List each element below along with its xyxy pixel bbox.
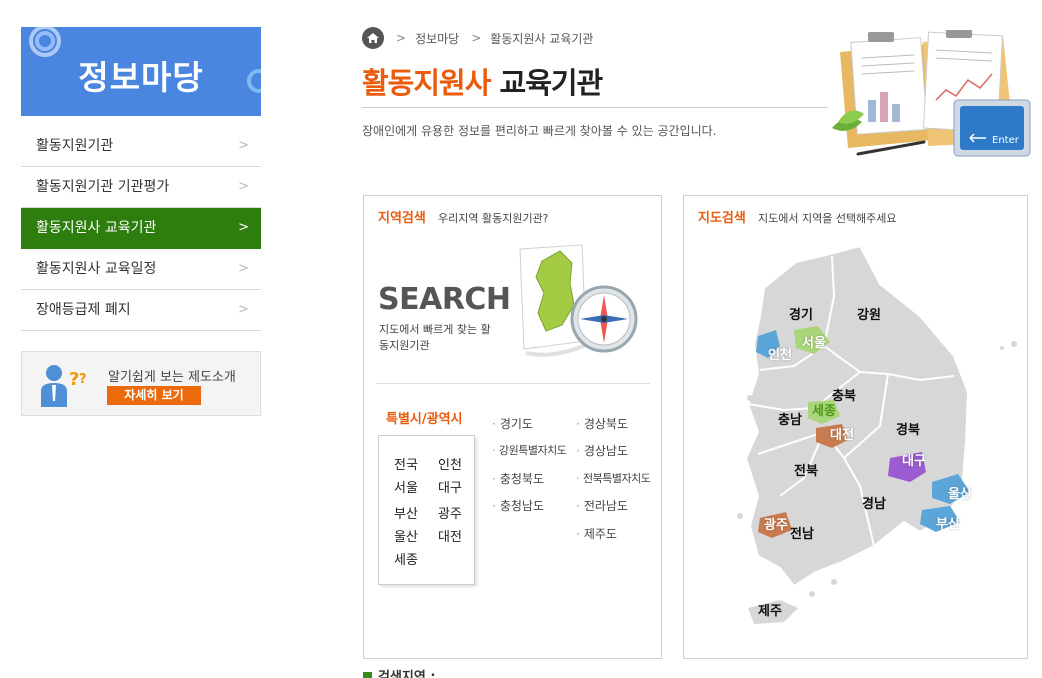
chevron-right-icon: > [238, 138, 249, 153]
svg-text:?: ? [79, 372, 87, 387]
sidebar-item-label: 장애등급제 폐지 [36, 302, 131, 318]
search-region-label: 검색지역 : [363, 666, 436, 678]
intro-text: 알기쉽게 보는 제도소개 [108, 370, 236, 385]
region-label-sejong[interactable]: 세종 [812, 400, 836, 419]
square-bullet-icon [363, 672, 372, 678]
city-link[interactable]: 울산 [394, 526, 418, 545]
province-link[interactable]: 충청남도 [492, 497, 544, 514]
city-link[interactable]: 광주 [438, 503, 462, 522]
sidebar-item-grade-abolition[interactable]: 장애등급제 폐지 > [21, 290, 261, 331]
region-label-gyeonggi[interactable]: 경기 [789, 304, 813, 323]
sidebar-title-banner: 정보마당 [21, 27, 261, 116]
region-label-chungnam[interactable]: 충남 [778, 409, 802, 428]
chevron-right-icon: > [238, 261, 249, 276]
region-search-panel: 지역검색 우리지역 활동지원기관? SEARCH 지도에서 빠르게 찾는 활동지… [363, 195, 662, 659]
province-link[interactable]: 강원특별자치도 [492, 442, 567, 458]
chevron-right-icon: > [238, 302, 249, 317]
region-label-seoul[interactable]: 서울 [802, 332, 826, 351]
chevron-right-icon: > [238, 179, 249, 194]
province-link[interactable]: 경상남도 [576, 442, 628, 459]
swirl-decoration [35, 31, 55, 51]
korea-map[interactable] [684, 196, 1029, 660]
region-label-ulsan[interactable]: 울산 [948, 483, 972, 502]
region-label-jeonbuk[interactable]: 전북 [794, 460, 818, 479]
city-link[interactable]: 부산 [394, 503, 418, 522]
region-label-gangwon[interactable]: 강원 [857, 304, 881, 323]
region-search-subtitle: 우리지역 활동지원기관? [437, 212, 549, 225]
sidebar-item-label: 활동지원기관 [36, 138, 114, 154]
region-label-jeju[interactable]: 제주 [758, 600, 782, 619]
metro-city-list: 전국 인천 서울 대구 부산 광주 울산 대전 세종 [378, 435, 475, 585]
region-label-daejeon[interactable]: 대전 [830, 424, 854, 443]
region-label-gyeongnam[interactable]: 경남 [862, 493, 886, 512]
region-label-daegu[interactable]: 대구 [902, 450, 926, 469]
region-label-busan[interactable]: 부산 [936, 513, 960, 532]
view-details-button[interactable]: 자세히 보기 [107, 386, 201, 405]
region-label-gyeongbuk[interactable]: 경북 [896, 419, 920, 438]
chevron-right-icon: > [396, 31, 407, 45]
province-link[interactable]: 제주도 [576, 525, 617, 542]
region-label-jeonnam[interactable]: 전남 [790, 523, 814, 542]
page-title: 활동지원사 교육기관 [362, 60, 604, 102]
metro-heading: 특별시/광역시 [386, 412, 463, 427]
page-description: 장애인에게 유용한 정보를 편리하고 빠르게 찾아볼 수 있는 공간입니다. [362, 124, 717, 138]
chevron-right-icon: > [471, 31, 482, 45]
province-link[interactable]: 전북특별자치도 [576, 470, 651, 486]
province-link[interactable]: 전라남도 [576, 497, 628, 514]
sidebar-item-label: 활동지원사 교육일정 [36, 261, 157, 277]
breadcrumb: > 정보마당 > 활동지원사 교육기관 [362, 27, 605, 49]
city-link[interactable]: 서울 [394, 477, 418, 496]
system-intro-box: ? ? 알기쉽게 보는 제도소개 자세히 보기 [21, 351, 261, 416]
city-link[interactable]: 인천 [438, 454, 462, 473]
folder-documents-illustration: Enter [832, 30, 1031, 157]
sidebar-item-training-schedule[interactable]: 활동지원사 교육일정 > [21, 249, 261, 290]
sidebar-item-agency-evaluation[interactable]: 활동지원기관 기관평가 > [21, 167, 261, 208]
chevron-right-icon: > [238, 220, 249, 235]
svg-text:?: ? [69, 369, 79, 390]
page-title-highlight: 활동지원사 [362, 66, 491, 100]
region-label-gwangju[interactable]: 광주 [764, 514, 788, 533]
city-link[interactable]: 전국 [394, 454, 418, 473]
search-caption: 지도에서 빠르게 찾는 활동지원기관 [379, 323, 491, 352]
breadcrumb-item[interactable]: 정보마당 [415, 30, 459, 47]
panel-divider [376, 383, 650, 384]
sidebar-item-agencies[interactable]: 활동지원기관 > [21, 126, 261, 167]
province-link[interactable]: 경상북도 [576, 415, 628, 432]
home-icon[interactable] [362, 27, 384, 49]
region-search-header: 지역검색 우리지역 활동지원기관? [378, 207, 549, 226]
sidebar-title: 정보마당 [78, 58, 204, 97]
province-link[interactable]: 충청북도 [492, 470, 544, 487]
sidebar-menu: 활동지원기관 > 활동지원기관 기관평가 > 활동지원사 교육기관 > 활동지원… [21, 126, 261, 331]
page-title-rest: 교육기관 [499, 66, 604, 100]
person-question-icon: ? ? [41, 365, 87, 407]
search-region-text: 검색지역 : [378, 670, 436, 678]
title-divider [362, 107, 828, 108]
search-heading: SEARCH [378, 282, 511, 317]
map-search-panel: 지도검색 지도에서 지역을 선택해주세요 경기 강원 서울 인천 충북 충남 세… [683, 195, 1028, 659]
city-link[interactable]: 대구 [438, 477, 462, 496]
sidebar-item-label: 활동지원기관 기관평가 [36, 179, 170, 195]
sidebar-item-label: 활동지원사 교육기관 [36, 220, 157, 236]
city-link[interactable]: 대전 [438, 526, 462, 545]
province-link[interactable]: 경기도 [492, 415, 533, 432]
sidebar-item-training-institutions[interactable]: 활동지원사 교육기관 > [21, 208, 261, 249]
enter-key-label: Enter [992, 135, 1020, 146]
map-compass-illustration [519, 244, 638, 357]
region-search-title: 지역검색 [378, 211, 426, 226]
breadcrumb-item-current: 활동지원사 교육기관 [490, 31, 594, 46]
region-label-incheon[interactable]: 인천 [768, 344, 792, 363]
city-link[interactable]: 세종 [394, 549, 418, 568]
